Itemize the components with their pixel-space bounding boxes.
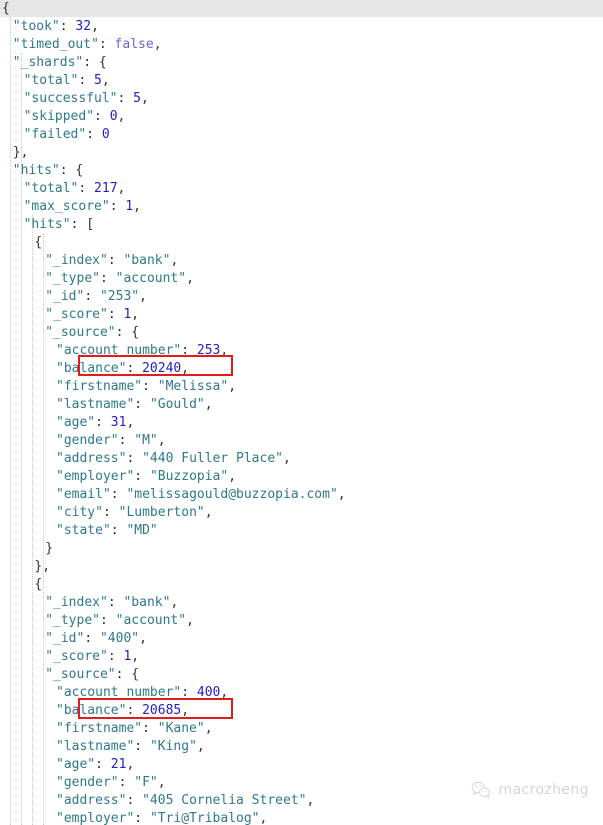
code-line: "_shards": { (12, 55, 107, 70)
code-line: "total": 5, (23, 73, 110, 88)
code-line: { (34, 235, 43, 250)
code-line: "hits": [ (23, 217, 95, 232)
code-line: "_score": 1, (45, 307, 140, 322)
code-line: "firstname": "Melissa", (56, 379, 237, 394)
code-line: "_source": { (45, 667, 140, 682)
code-line: "firstname": "Kane", (56, 721, 213, 736)
code-line: "balance": 20685, (56, 703, 190, 718)
code-line: }, (12, 145, 29, 160)
code-line: "max_score": 1, (23, 199, 141, 214)
code-line: "_score": 1, (45, 649, 140, 664)
code-line: "_id": "400", (45, 631, 147, 646)
code-line: "skipped": 0, (23, 109, 126, 124)
code-line: "lastname": "Gould", (56, 397, 213, 412)
code-line: "_type": "account", (45, 613, 194, 628)
code-line: "successful": 5, (23, 91, 149, 106)
code-line: "_id": "253", (45, 289, 147, 304)
code-line: "hits": { (12, 163, 84, 178)
code-line: "employer": "Buzzopia", (56, 469, 237, 484)
code-line: "_type": "account", (45, 271, 194, 286)
code-line: { (2, 1, 10, 16)
code-line: "email": "melissagould@buzzopia.com", (56, 487, 346, 502)
code-line: "timed_out": false, (12, 37, 162, 52)
code-line: "employer": "Tri@Tribalog", (56, 811, 268, 825)
code-line: "balance": 20240, (56, 361, 190, 376)
code-line: "failed": 0 (23, 127, 110, 142)
code-line: "_source": { (45, 325, 140, 340)
code-line: "_index": "bank", (45, 595, 179, 610)
code-line: }, (34, 559, 51, 574)
code-line: "gender": "F", (56, 775, 166, 790)
code-line: { (34, 577, 43, 592)
code-line: } (45, 541, 54, 556)
code-line: "state": "MD" (56, 523, 158, 538)
code-line: "city": "Lumberton", (56, 505, 213, 520)
code-line: "address": "405 Cornelia Street", (56, 793, 315, 808)
code-line: "address": "440 Fuller Place", (56, 451, 291, 466)
code-block[interactable]: {"took": 32, "timed_out": false, "_shards"… (0, 0, 603, 825)
code-line: "total": 217, (23, 181, 126, 196)
code-line: "gender": "M", (56, 433, 166, 448)
code-line: "_index": "bank", (45, 253, 179, 268)
code-line: "account_number": 400, (56, 685, 229, 700)
code-line: "lastname": "King", (56, 739, 205, 754)
code-line: "account_number": 253, (56, 343, 229, 358)
code-line: "age": 31, (56, 415, 135, 430)
code-line: "took": 32, (12, 19, 99, 34)
json-response-viewer[interactable]: {"took": 32, "timed_out": false, "_shards"… (0, 0, 603, 825)
code-line: "age": 21, (56, 757, 135, 772)
